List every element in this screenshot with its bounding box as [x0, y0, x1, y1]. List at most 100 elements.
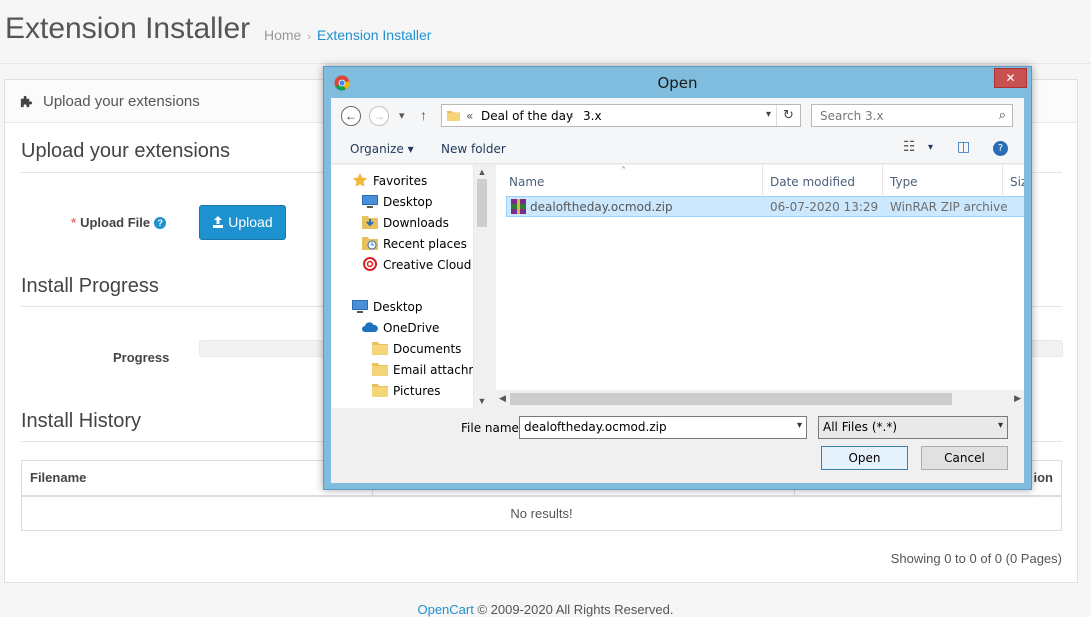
desktop-icon: [362, 195, 378, 208]
nav-item-email-attachments[interactable]: Email attachme: [372, 360, 488, 380]
address-segment-deal-of-the-day[interactable]: Deal of the day: [481, 109, 573, 123]
cancel-button[interactable]: Cancel: [921, 446, 1008, 470]
new-folder-button[interactable]: New folder: [441, 142, 506, 156]
nav-item-recent-places[interactable]: Recent places: [362, 234, 467, 254]
nav-item-label: Creative Cloud Fi: [383, 258, 485, 272]
upload-file-label-text: Upload File: [80, 215, 151, 230]
address-segment-3x[interactable]: 3.x: [583, 109, 602, 123]
scroll-right-icon[interactable]: ▶: [1014, 393, 1021, 404]
downloads-icon: [362, 216, 378, 229]
nav-item-label: OneDrive: [383, 321, 440, 335]
change-view-icon[interactable]: ☷: [903, 139, 916, 155]
nav-item-downloads[interactable]: Downloads: [362, 213, 449, 233]
creative-cloud-icon: [363, 257, 377, 271]
navigation-scrollbar[interactable]: ▲ ▼: [473, 165, 489, 408]
forward-button[interactable]: →: [369, 106, 389, 126]
chevron-down-icon: ▾: [997, 420, 1003, 431]
nav-item-pictures[interactable]: Pictures: [372, 381, 441, 401]
column-type[interactable]: Type: [883, 165, 1003, 195]
organize-menu[interactable]: Organize ▾: [350, 142, 414, 156]
column-action: ion: [1033, 470, 1054, 485]
back-button[interactable]: ←: [341, 106, 361, 126]
nav-item-documents[interactable]: Documents: [372, 339, 461, 359]
upload-button-label: Upload: [228, 214, 273, 230]
dialog-title: Open: [657, 74, 698, 92]
refresh-button[interactable]: ↻: [776, 105, 800, 126]
file-type-filter-value: All Files (*.*): [823, 420, 898, 434]
file-name-input[interactable]: dealoftheday.ocmod.zip ▾: [519, 416, 807, 439]
nav-item-label: Pictures: [393, 384, 441, 398]
dialog-titlebar[interactable]: Open ✕: [324, 67, 1031, 97]
file-date: 06-07-2020 13:29: [770, 200, 879, 214]
nav-item-desktop-root[interactable]: Desktop: [352, 297, 423, 317]
install-history-title: Install History: [21, 410, 142, 432]
column-size[interactable]: Siz: [1003, 165, 1024, 195]
folder-icon: [372, 363, 388, 376]
file-list-pane: Name ˄ Date modified Type Siz dealofthed…: [496, 165, 1024, 408]
file-name-label: File name:: [461, 421, 523, 435]
address-overflow[interactable]: «: [466, 109, 473, 123]
forward-arrow-icon: →: [373, 109, 385, 123]
up-folder-button[interactable]: ↑: [420, 107, 427, 123]
scroll-left-icon[interactable]: ◀: [499, 393, 506, 404]
progress-label: Progress: [113, 350, 170, 365]
chevron-down-icon[interactable]: ▾: [797, 420, 802, 431]
breadcrumb-separator: ›: [307, 31, 312, 43]
scrollbar-thumb[interactable]: [477, 179, 487, 227]
help-icon[interactable]: ?: [154, 217, 167, 229]
upload-button[interactable]: Upload: [199, 205, 286, 240]
address-bar[interactable]: « Deal of the day › 3.x ▾ ↻: [441, 104, 801, 127]
opencart-link[interactable]: OpenCart: [417, 602, 473, 617]
page-header: Extension Installer Home › Extension Insta…: [0, 0, 1091, 64]
column-name[interactable]: Name ˄: [496, 165, 763, 195]
upload-file-label: * Upload File?: [71, 215, 167, 230]
close-icon: ✕: [1005, 71, 1016, 85]
table-empty-row: No results!: [510, 506, 573, 521]
required-marker: *: [71, 215, 77, 230]
pagination-summary: Showing 0 to 0 of 0 (0 Pages): [890, 551, 1062, 566]
search-placeholder: Search 3.x: [820, 109, 884, 123]
recent-places-icon: [362, 237, 378, 250]
nav-item-desktop[interactable]: Desktop: [362, 192, 433, 212]
preview-pane-icon[interactable]: ◫: [957, 139, 970, 155]
recent-locations-dropdown[interactable]: ▾: [399, 109, 405, 122]
folder-icon: [372, 384, 388, 397]
scrollbar-thumb[interactable]: [510, 393, 952, 405]
close-button[interactable]: ✕: [994, 68, 1027, 88]
panel-heading-text: Upload your extensions: [43, 93, 200, 110]
nav-item-label: Favorites: [373, 174, 428, 188]
winrar-archive-icon: [511, 199, 526, 214]
file-list-horizontal-scrollbar[interactable]: ◀ ▶: [496, 390, 1024, 408]
file-name-value: dealoftheday.ocmod.zip: [524, 420, 667, 434]
file-name: dealoftheday.ocmod.zip: [530, 200, 673, 214]
view-options-dropdown[interactable]: ▾: [928, 142, 933, 153]
scroll-down-icon[interactable]: ▼: [474, 396, 490, 406]
address-row: ← → ▾ ↑ « Deal of the day › 3.x ▾ ↻ Sear…: [331, 98, 1024, 132]
search-box[interactable]: Search 3.x ⌕: [811, 104, 1013, 127]
nav-item-label: Downloads: [383, 216, 449, 230]
breadcrumb-extension-installer[interactable]: Extension Installer: [317, 27, 431, 43]
page-title: Extension Installer: [5, 12, 251, 45]
file-row[interactable]: dealoftheday.ocmod.zip 06-07-2020 13:29 …: [506, 196, 1024, 217]
back-arrow-icon: ←: [345, 109, 357, 123]
address-dropdown-icon[interactable]: ▾: [766, 109, 771, 120]
sort-ascending-icon: ˄: [621, 166, 626, 177]
breadcrumb-home[interactable]: Home: [264, 27, 301, 43]
nav-item-favorites[interactable]: Favorites: [352, 171, 427, 191]
nav-item-onedrive[interactable]: OneDrive: [362, 318, 439, 338]
dialog-toolbar: Organize ▾ New folder ☷ ▾ ◫ ?: [331, 132, 1024, 164]
help-icon[interactable]: ?: [993, 141, 1008, 156]
nav-item-creative-cloud[interactable]: Creative Cloud Fi: [362, 255, 485, 275]
organize-label: Organize: [350, 142, 404, 156]
file-type-filter[interactable]: All Files (*.*) ▾: [818, 416, 1008, 439]
copyright-text: © 2009-2020 All Rights Reserved.: [473, 602, 674, 617]
file-type: WinRAR ZIP archive: [890, 200, 1008, 214]
open-file-dialog: Open ✕ ← → ▾ ↑ « Deal of the day › 3.x ▾…: [323, 66, 1032, 490]
scroll-up-icon[interactable]: ▲: [474, 167, 490, 177]
column-date-modified[interactable]: Date modified: [763, 165, 883, 195]
open-button[interactable]: Open: [821, 446, 908, 470]
install-progress-title: Install Progress: [21, 275, 159, 297]
nav-item-label: Documents: [393, 342, 462, 356]
upload-icon: [212, 214, 228, 230]
puzzle-icon: [20, 95, 33, 108]
